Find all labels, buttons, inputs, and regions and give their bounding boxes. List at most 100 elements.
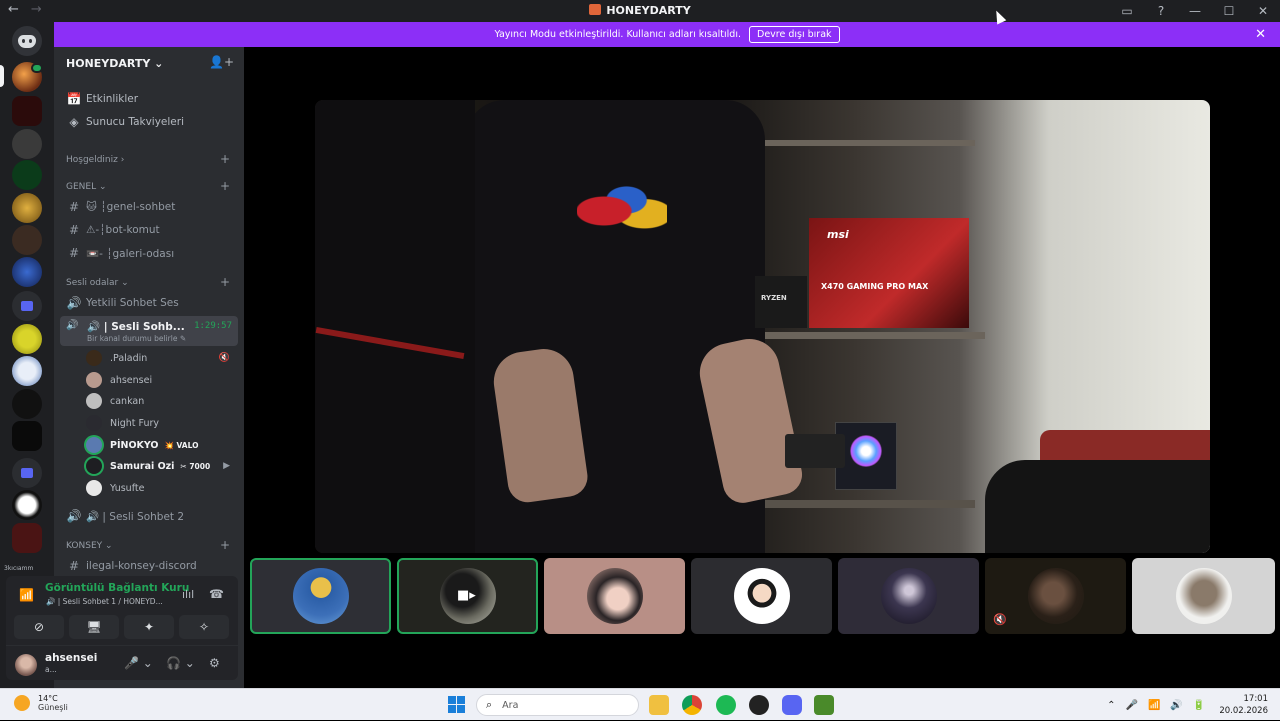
category-welcome[interactable]: Hoşgeldiniz ›	[66, 155, 124, 165]
server-header[interactable]: HONEYDARTY ⌄ 👤+	[54, 47, 244, 77]
channel-ilegal-konsey[interactable]: # ilegal-konsey-discord	[60, 555, 238, 577]
server-icon-12[interactable]	[12, 490, 42, 520]
windows-logo-icon	[448, 696, 456, 704]
add-channel-icon[interactable]: +	[220, 179, 230, 193]
channel-bot-komut[interactable]: # ⚠-┆bot-komut	[60, 219, 238, 241]
search-placeholder: Ara	[502, 699, 519, 711]
active-voice-channel[interactable]: 🔊 🔊 | Sesli Sohb... 1:29:57 Bir kanal du…	[60, 316, 238, 346]
direct-messages-button[interactable]	[12, 26, 42, 56]
chrome-icon[interactable]	[682, 695, 702, 715]
signal-icon[interactable]: 📶	[19, 588, 34, 602]
help-icon[interactable]: ?	[1144, 4, 1178, 18]
focused-video-stream[interactable]: msi X470 GAMING PRO MAX RYZEN	[315, 100, 1210, 553]
invite-people-icon[interactable]: 👤+	[209, 55, 234, 69]
gear-icon[interactable]: ⚙	[209, 656, 220, 670]
server-name-label: 3kıcıamm	[4, 565, 34, 572]
category-sesli-odalar[interactable]: Sesli odalar ⌄	[66, 278, 129, 288]
spotify-icon[interactable]	[716, 695, 736, 715]
taskbar-search[interactable]: ⌕ Ara	[476, 694, 639, 716]
server-icon-8[interactable]	[12, 324, 42, 354]
server-icon-2[interactable]	[12, 96, 42, 126]
add-channel-icon[interactable]: +	[220, 275, 230, 289]
voice-user-name: .Paladin	[110, 352, 148, 364]
category-konsey[interactable]: KONSEY ⌄	[66, 541, 113, 551]
weather-widget[interactable]: 14°C Güneşli	[14, 694, 68, 712]
notice-close-icon[interactable]: ✕	[1255, 27, 1266, 42]
set-channel-status-link[interactable]: Bir kanal durumu belirle ✎	[87, 334, 186, 343]
server-icon-11[interactable]	[12, 421, 42, 451]
voice-user[interactable]: Yusufte	[86, 478, 236, 498]
voice-user[interactable]: PİNOKYO 💥 VALO	[86, 435, 236, 455]
selected-server-indicator	[0, 65, 4, 87]
voice-user[interactable]: cankan	[86, 391, 236, 411]
add-channel-icon[interactable]: +	[220, 152, 230, 166]
voice-user[interactable]: Samurai Ozi ✂ 7000 ▶	[86, 456, 236, 476]
disconnect-icon[interactable]: ☎	[209, 587, 224, 601]
avatar[interactable]	[15, 654, 37, 676]
add-channel-icon[interactable]: +	[220, 538, 230, 552]
soundboard-button[interactable]: ✧	[179, 615, 229, 639]
cpu-box: RYZEN	[755, 276, 807, 328]
server-icon-3[interactable]	[12, 129, 42, 159]
voice-user[interactable]: ahsensei	[86, 370, 236, 390]
disable-streamer-mode-button[interactable]: Devre dışı bırak	[749, 26, 840, 43]
server-icon-5[interactable]	[12, 193, 42, 223]
events-link[interactable]: 📅 Etkinlikler	[60, 88, 238, 110]
current-user-name[interactable]: ahsensei	[45, 652, 97, 664]
share-screen-button[interactable]: 🖥	[69, 615, 119, 639]
server-boosts-link[interactable]: ◈ Sunucu Takviyeleri	[60, 111, 238, 133]
server-folder-2[interactable]	[12, 458, 42, 488]
channel-galeri-odasi[interactable]: # 📼- ┆galeri-odası	[60, 242, 238, 264]
voice-user[interactable]: .Paladin 🔇	[86, 348, 236, 368]
microphone-icon[interactable]: 🎤	[1126, 700, 1138, 711]
headset-icon[interactable]: 🎧 ⌄	[166, 656, 195, 670]
discord-icon[interactable]	[782, 695, 802, 715]
participant-tile[interactable]	[838, 558, 979, 634]
user-tag: ✂ 7000	[180, 461, 211, 471]
clock[interactable]: 17:01 20.02.2026	[1219, 693, 1268, 717]
server-icon-7[interactable]	[12, 257, 42, 287]
server-icon-13[interactable]	[12, 523, 42, 553]
close-window-button[interactable]: ✕	[1246, 4, 1280, 18]
channel-genel-sohbet[interactable]: # 🐱 ┆genel-sohbet	[60, 196, 238, 218]
wifi-icon[interactable]: 📶	[1148, 700, 1160, 711]
start-button[interactable]	[448, 696, 465, 713]
volume-icon[interactable]: 🔊	[1170, 700, 1182, 711]
noise-suppression-icon[interactable]: ılıl	[182, 588, 194, 601]
participant-tile[interactable]: 🔇	[985, 558, 1126, 634]
participant-tile[interactable]	[544, 558, 685, 634]
inbox-icon[interactable]: ▭	[1110, 4, 1144, 18]
participant-tile[interactable]	[1132, 558, 1275, 634]
microphone-icon[interactable]: 🎤 ⌄	[124, 656, 153, 670]
maximize-button[interactable]: ☐	[1212, 4, 1246, 18]
show-hidden-icons-chevron[interactable]: ⌃	[1107, 700, 1115, 711]
avatar	[1027, 568, 1084, 624]
case-fan	[850, 435, 882, 467]
activities-button[interactable]: ✦	[124, 615, 174, 639]
server-folder-1[interactable]	[12, 291, 42, 321]
server-icon-4[interactable]	[12, 160, 42, 190]
camera-off-button[interactable]: ⊘	[14, 615, 64, 639]
person-arm	[315, 100, 475, 553]
server-icon-9[interactable]	[12, 356, 42, 386]
category-genel[interactable]: GENEL ⌄	[66, 182, 107, 192]
battery-icon[interactable]: 🔋	[1193, 700, 1205, 711]
voice-user[interactable]: Night Fury	[86, 413, 236, 433]
minimize-button[interactable]: —	[1178, 4, 1212, 18]
user-tag: 💥 VALO	[164, 440, 199, 450]
file-explorer-icon[interactable]	[649, 695, 669, 715]
participant-tile[interactable]: ■▸	[397, 558, 538, 634]
channel-label: 📼- ┆galeri-odası	[86, 247, 175, 260]
participant-tile[interactable]	[691, 558, 832, 634]
connection-channel[interactable]: 🔊 | Sesli Sohbet 1 / HONEYD...	[46, 597, 163, 606]
participant-tile[interactable]	[250, 558, 391, 634]
steam-icon[interactable]	[749, 695, 769, 715]
minecraft-icon[interactable]	[814, 695, 834, 715]
sun-icon	[14, 695, 30, 711]
server-icon-6[interactable]	[12, 225, 42, 255]
server-icon-10[interactable]	[12, 389, 42, 419]
voice-timer: 1:29:57	[194, 321, 232, 331]
voice-channel-sesli-sohbet-2[interactable]: 🔊 🔊 | Sesli Sohbet 2	[60, 505, 238, 527]
voice-channel-yetkili[interactable]: 🔊 Yetkili Sohbet Ses	[60, 292, 238, 314]
server-name[interactable]: HONEYDARTY ⌄	[66, 57, 163, 70]
